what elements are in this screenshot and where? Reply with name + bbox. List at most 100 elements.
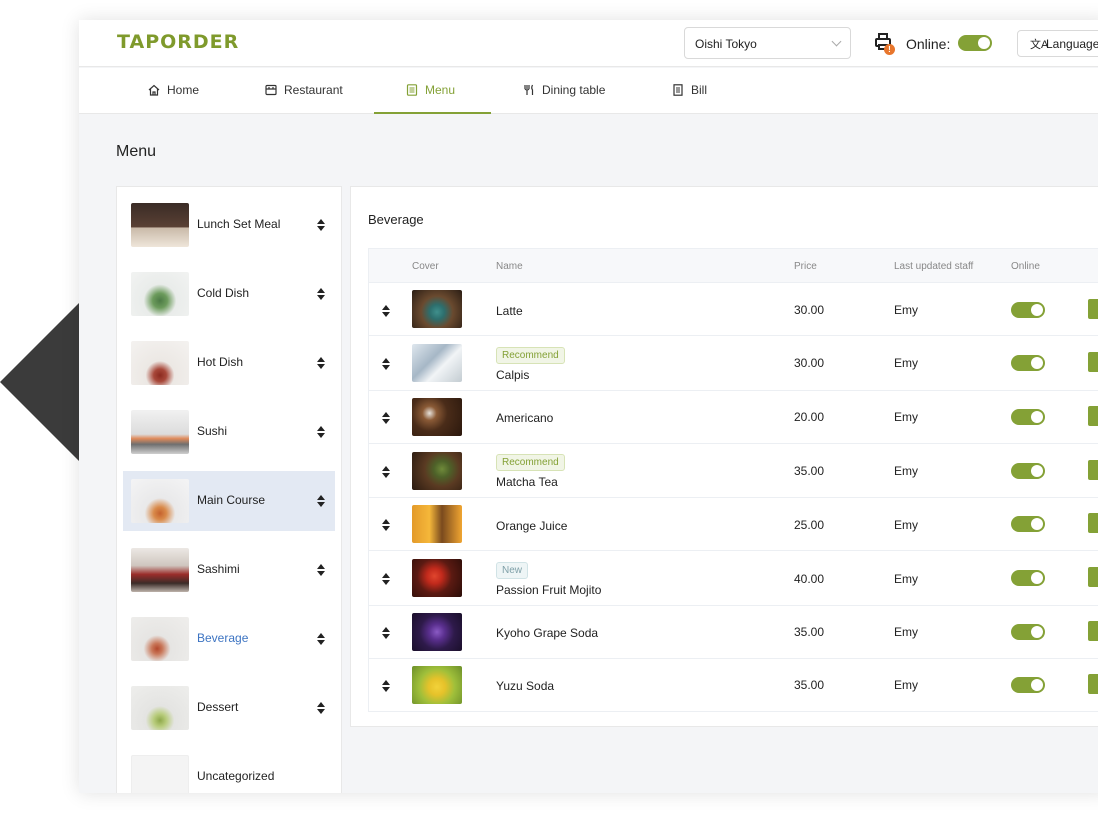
- edit-button[interactable]: [1088, 299, 1098, 319]
- nav-label-menu: Menu: [425, 83, 456, 97]
- table-row[interactable]: Americano 20.00 Emy: [368, 391, 1098, 444]
- item-price: 30.00: [794, 303, 825, 317]
- nav-item-bill[interactable]: Bill: [672, 68, 707, 114]
- category-item[interactable]: Cold Dish: [123, 264, 335, 324]
- category-item[interactable]: Hot Dish: [123, 333, 335, 393]
- category-item[interactable]: Dessert: [123, 678, 335, 738]
- item-cover-image: [412, 559, 462, 597]
- translate-icon: 文A: [1030, 39, 1049, 51]
- drag-sort-icon[interactable]: [317, 426, 325, 438]
- table-row[interactable]: Latte 30.00 Emy: [368, 283, 1098, 336]
- nav-item-dining-table[interactable]: Dining table: [523, 68, 605, 114]
- category-thumbnail: [131, 755, 189, 793]
- item-online-toggle[interactable]: [1011, 677, 1045, 693]
- item-online-toggle[interactable]: [1011, 624, 1045, 640]
- item-staff: Emy: [894, 410, 918, 424]
- edit-button[interactable]: [1088, 674, 1098, 694]
- drag-sort-icon[interactable]: [382, 519, 390, 531]
- edit-button[interactable]: [1088, 567, 1098, 587]
- item-staff: Emy: [894, 356, 918, 370]
- drag-sort-icon[interactable]: [382, 358, 390, 370]
- table-row[interactable]: New Passion Fruit Mojito 40.00 Emy: [368, 551, 1098, 606]
- item-name: Kyoho Grape Soda: [496, 626, 599, 640]
- category-label: Cold Dish: [197, 286, 250, 300]
- item-price: 35.00: [794, 678, 825, 692]
- table-row[interactable]: Kyoho Grape Soda 35.00 Emy: [368, 606, 1098, 659]
- item-staff: Emy: [894, 625, 918, 639]
- drag-sort-icon[interactable]: [317, 495, 325, 507]
- nav-item-restaurant[interactable]: Restaurant: [265, 68, 343, 114]
- recommend-badge: Recommend: [496, 454, 565, 471]
- drag-sort-icon[interactable]: [382, 627, 390, 639]
- table-row[interactable]: Recommend Matcha Tea 35.00 Emy: [368, 444, 1098, 498]
- table-row[interactable]: Orange Juice 25.00 Emy: [368, 498, 1098, 551]
- category-thumbnail: [131, 272, 189, 316]
- store-icon: [265, 84, 277, 96]
- drag-sort-icon[interactable]: [382, 305, 390, 317]
- printer-alert-badge: !: [884, 44, 895, 55]
- edit-button[interactable]: [1088, 406, 1098, 426]
- bill-icon: [672, 84, 684, 96]
- drag-sort-icon[interactable]: [317, 702, 325, 714]
- item-cover-image: [412, 666, 462, 704]
- item-online-toggle[interactable]: [1011, 516, 1045, 532]
- online-toggle[interactable]: [958, 35, 992, 51]
- category-item[interactable]: Main Course: [123, 471, 335, 531]
- item-online-toggle[interactable]: [1011, 302, 1045, 318]
- store-select[interactable]: Oishi Tokyo: [684, 27, 851, 59]
- category-label: Sashimi: [197, 562, 240, 576]
- table-header: Cover Name Price Last updated staff Onli…: [368, 248, 1098, 283]
- home-icon: [148, 84, 160, 96]
- item-name: Passion Fruit Mojito: [496, 583, 602, 597]
- drag-sort-icon[interactable]: [382, 412, 390, 424]
- item-online-toggle[interactable]: [1011, 570, 1045, 586]
- app-window: TAPORDER Oishi Tokyo ! Online: 文A Langua…: [79, 20, 1098, 793]
- menu-doc-icon: [406, 84, 418, 96]
- edit-button[interactable]: [1088, 513, 1098, 533]
- category-thumbnail: [131, 617, 189, 661]
- category-item[interactable]: Lunch Set Meal: [123, 195, 335, 255]
- category-thumbnail: [131, 410, 189, 454]
- item-online-toggle[interactable]: [1011, 409, 1045, 425]
- table-row[interactable]: Yuzu Soda 35.00 Emy: [368, 659, 1098, 712]
- language-button[interactable]: 文A Language: [1017, 30, 1098, 57]
- table-row[interactable]: Recommend Calpis 30.00 Emy: [368, 336, 1098, 391]
- category-item[interactable]: Beverage: [123, 609, 335, 669]
- category-item[interactable]: Sashimi: [123, 540, 335, 600]
- recommend-badge: Recommend: [496, 347, 565, 364]
- nav-item-home[interactable]: Home: [148, 68, 199, 114]
- drag-sort-icon[interactable]: [382, 680, 390, 692]
- drag-sort-icon[interactable]: [317, 564, 325, 576]
- logo[interactable]: TAPORDER: [117, 31, 239, 53]
- edit-button[interactable]: [1088, 352, 1098, 372]
- edit-button[interactable]: [1088, 621, 1098, 641]
- page-title: Menu: [116, 143, 157, 160]
- item-name: Americano: [496, 411, 554, 425]
- column-header-name: Name: [496, 261, 523, 272]
- drag-sort-icon[interactable]: [382, 466, 390, 478]
- top-header: TAPORDER Oishi Tokyo ! Online: 文A Langua…: [79, 20, 1098, 67]
- category-label: Hot Dish: [197, 355, 244, 369]
- item-online-toggle[interactable]: [1011, 463, 1045, 479]
- item-staff: Emy: [894, 518, 918, 532]
- item-staff: Emy: [894, 572, 918, 586]
- nav-item-menu[interactable]: Menu: [406, 68, 455, 114]
- category-label: Beverage: [197, 631, 249, 645]
- store-select-value: Oishi Tokyo: [695, 37, 757, 51]
- category-thumbnail: [131, 548, 189, 592]
- printer-icon[interactable]: !: [874, 33, 895, 55]
- drag-sort-icon[interactable]: [317, 219, 325, 231]
- category-panel: Lunch Set Meal Cold Dish Hot Dish Sushi: [116, 186, 342, 793]
- item-staff: Emy: [894, 678, 918, 692]
- edit-button[interactable]: [1088, 460, 1098, 480]
- category-item[interactable]: Sushi: [123, 402, 335, 462]
- category-item[interactable]: Uncategorized: [123, 747, 335, 793]
- drag-sort-icon[interactable]: [317, 288, 325, 300]
- item-online-toggle[interactable]: [1011, 355, 1045, 371]
- online-label: Online:: [906, 36, 951, 52]
- category-label: Uncategorized: [197, 769, 275, 783]
- drag-sort-icon[interactable]: [382, 573, 390, 585]
- drag-sort-icon[interactable]: [317, 633, 325, 645]
- item-price: 35.00: [794, 464, 825, 478]
- drag-sort-icon[interactable]: [317, 357, 325, 369]
